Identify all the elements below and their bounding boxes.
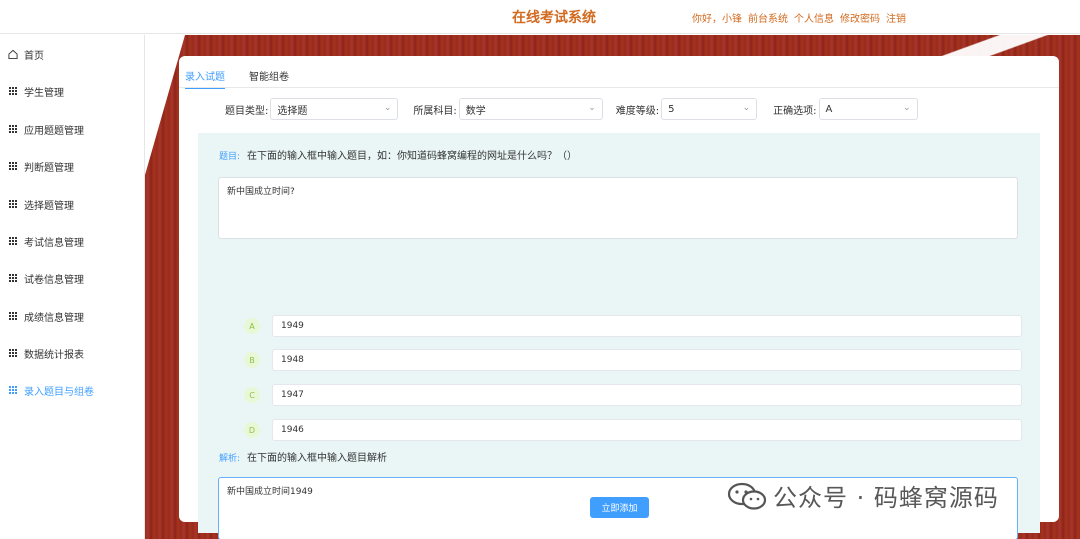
grid-icon — [8, 124, 18, 134]
filter-row: 题目类型: 选择题 ⌄ 所属科目: 数学 ⌄ 难度等级: 5 ⌄ 正确选项: A… — [225, 98, 918, 120]
greeting-link[interactable]: 你好，小锋 — [692, 10, 742, 25]
sidebar-item-question-entry[interactable]: 录入题目与组卷 — [0, 376, 145, 404]
level-select-value: 5 — [668, 103, 675, 115]
top-header: 在线考试系统 你好，小锋 前台系统 个人信息 修改密码 注销 — [0, 0, 1080, 34]
answer-select-value: A — [825, 103, 833, 115]
sidebar-item-label: 数据统计报表 — [24, 349, 84, 361]
sidebar-item-label: 判断题管理 — [24, 162, 74, 174]
sidebar-item-label: 试卷信息管理 — [24, 274, 84, 286]
sidebar-item-judgment-questions[interactable]: 判断题管理 — [0, 152, 145, 180]
option-row-b: B 1948 — [244, 349, 1022, 371]
sidebar-item-label: 应用题题管理 — [24, 125, 84, 137]
sidebar-item-score-info[interactable]: 成绩信息管理 — [0, 302, 145, 330]
sidebar-item-students[interactable]: 学生管理 — [0, 77, 145, 105]
question-hint: 在下面的输入框中输入题目，如：你知道码蜂窝编程的网址是什么吗？（） — [247, 151, 577, 162]
change-password-link[interactable]: 修改密码 — [840, 10, 880, 25]
level-label: 难度等级: — [615, 105, 660, 117]
analysis-label: 解析: — [219, 454, 241, 464]
option-d-input[interactable]: 1946 — [272, 419, 1022, 441]
sidebar-item-home[interactable]: 首页 — [0, 40, 145, 68]
sidebar-item-label: 成绩信息管理 — [24, 312, 84, 324]
grid-icon — [8, 199, 18, 209]
sidebar-item-exam-info[interactable]: 考试信息管理 — [0, 227, 145, 255]
question-textarea[interactable]: 新中国成立时间? — [218, 177, 1018, 239]
app-title: 在线考试系统 — [512, 10, 596, 26]
wechat-icon — [727, 482, 767, 510]
type-select-value: 选择题 — [277, 105, 308, 117]
option-row-d: D 1946 — [244, 419, 1022, 441]
option-a-input[interactable]: 1949 — [272, 315, 1022, 337]
sidebar-item-application-questions[interactable]: 应用题题管理 — [0, 115, 145, 143]
sidebar-item-statistics[interactable]: 数据统计报表 — [0, 339, 145, 367]
grid-icon — [8, 348, 18, 358]
grid-icon — [8, 311, 18, 321]
option-row-a: A 1949 — [244, 315, 1022, 337]
option-c-input[interactable]: 1947 — [272, 384, 1022, 406]
tab-bar: 录入试题 智能组卷 — [185, 68, 289, 89]
chevron-down-icon: ⌄ — [742, 103, 751, 113]
grid-icon — [8, 236, 18, 246]
logout-link[interactable]: 注销 — [886, 10, 906, 25]
tab-enter-questions[interactable]: 录入试题 — [185, 68, 225, 89]
type-label: 题目类型: — [225, 105, 269, 117]
tab-divider — [179, 87, 1059, 88]
analysis-hint: 在下面的输入框中输入题目解析 — [247, 453, 387, 464]
tab-smart-paper[interactable]: 智能组卷 — [249, 68, 289, 89]
sidebar-item-label: 考试信息管理 — [24, 237, 84, 249]
header-links: 你好，小锋 前台系统 个人信息 修改密码 注销 — [692, 10, 906, 25]
grid-icon — [8, 161, 18, 171]
grid-icon — [8, 86, 18, 96]
chevron-down-icon: ⌄ — [902, 103, 911, 113]
watermark-text: 公众号 · 码蜂窝源码 — [773, 484, 999, 512]
submit-button[interactable]: 立即添加 — [590, 497, 649, 518]
grid-icon — [8, 273, 18, 283]
home-icon — [8, 49, 18, 59]
answer-label: 正确选项: — [773, 105, 817, 117]
question-label: 题目: — [219, 152, 241, 162]
watermark: 公众号 · 码蜂窝源码 — [727, 478, 999, 513]
sidebar-item-label: 首页 — [24, 50, 44, 62]
grid-icon — [8, 385, 18, 395]
option-letter-badge: B — [244, 352, 260, 368]
sidebar-item-label: 学生管理 — [24, 87, 64, 99]
sidebar-item-paper-info[interactable]: 试卷信息管理 — [0, 264, 145, 292]
option-row-c: C 1947 — [244, 384, 1022, 406]
profile-link[interactable]: 个人信息 — [794, 10, 834, 25]
sidebar: 首页 学生管理 应用题题管理 判断题管理 选择题管理 考试信息管理 试卷信息管理… — [0, 35, 145, 539]
question-form: 题目: 在下面的输入框中输入题目，如：你知道码蜂窝编程的网址是什么吗？（） 新中… — [198, 133, 1040, 539]
subject-select[interactable]: 数学 ⌄ — [458, 98, 603, 120]
answer-select[interactable]: A ⌄ — [818, 98, 918, 120]
main-panel: 录入试题 智能组卷 题目类型: 选择题 ⌄ 所属科目: 数学 ⌄ 难度等级: 5… — [179, 56, 1059, 539]
chevron-down-icon: ⌄ — [383, 103, 392, 113]
subject-label: 所属科目: — [413, 105, 457, 117]
option-letter-badge: D — [244, 422, 260, 438]
sidebar-item-label: 录入题目与组卷 — [24, 386, 94, 398]
option-b-input[interactable]: 1948 — [272, 349, 1022, 371]
option-letter-badge: C — [244, 387, 260, 403]
frontend-link[interactable]: 前台系统 — [748, 10, 788, 25]
sidebar-item-choice-questions[interactable]: 选择题管理 — [0, 190, 145, 218]
level-select[interactable]: 5 ⌄ — [661, 98, 758, 120]
sidebar-item-label: 选择题管理 — [24, 200, 74, 212]
type-select[interactable]: 选择题 ⌄ — [270, 98, 399, 120]
subject-select-value: 数学 — [465, 105, 486, 117]
chevron-down-icon: ⌄ — [588, 103, 596, 113]
option-letter-badge: A — [244, 318, 260, 334]
